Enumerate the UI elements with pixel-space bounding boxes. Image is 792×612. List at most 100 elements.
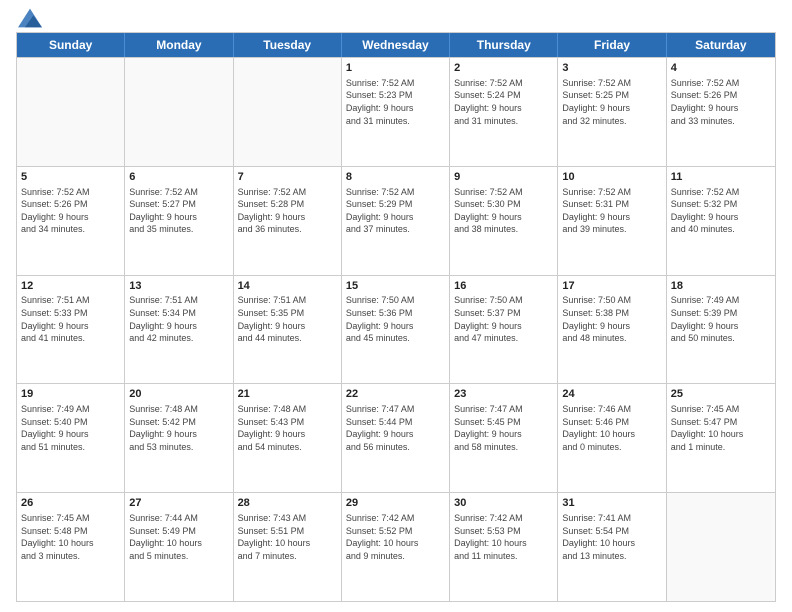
calendar-day-20: 20Sunrise: 7:48 AM Sunset: 5:42 PM Dayli… [125, 384, 233, 492]
day-number: 5 [21, 170, 120, 185]
calendar-day-6: 6Sunrise: 7:52 AM Sunset: 5:27 PM Daylig… [125, 167, 233, 275]
day-info: Sunrise: 7:42 AM Sunset: 5:52 PM Dayligh… [346, 512, 445, 562]
calendar-empty-cell [667, 493, 775, 601]
day-number: 1 [346, 61, 445, 76]
calendar-day-14: 14Sunrise: 7:51 AM Sunset: 5:35 PM Dayli… [234, 276, 342, 384]
calendar-day-2: 2Sunrise: 7:52 AM Sunset: 5:24 PM Daylig… [450, 58, 558, 166]
calendar-day-18: 18Sunrise: 7:49 AM Sunset: 5:39 PM Dayli… [667, 276, 775, 384]
logo-icon [18, 8, 42, 28]
day-info: Sunrise: 7:52 AM Sunset: 5:27 PM Dayligh… [129, 186, 228, 236]
day-info: Sunrise: 7:47 AM Sunset: 5:45 PM Dayligh… [454, 403, 553, 453]
day-number: 30 [454, 496, 553, 511]
day-number: 22 [346, 387, 445, 402]
day-number: 27 [129, 496, 228, 511]
day-info: Sunrise: 7:52 AM Sunset: 5:24 PM Dayligh… [454, 77, 553, 127]
calendar-empty-cell [125, 58, 233, 166]
day-number: 21 [238, 387, 337, 402]
day-number: 31 [562, 496, 661, 511]
day-info: Sunrise: 7:46 AM Sunset: 5:46 PM Dayligh… [562, 403, 661, 453]
day-number: 23 [454, 387, 553, 402]
day-number: 8 [346, 170, 445, 185]
day-info: Sunrise: 7:52 AM Sunset: 5:31 PM Dayligh… [562, 186, 661, 236]
calendar-empty-cell [234, 58, 342, 166]
calendar-day-22: 22Sunrise: 7:47 AM Sunset: 5:44 PM Dayli… [342, 384, 450, 492]
day-info: Sunrise: 7:44 AM Sunset: 5:49 PM Dayligh… [129, 512, 228, 562]
calendar-header: SundayMondayTuesdayWednesdayThursdayFrid… [17, 33, 775, 57]
calendar-day-1: 1Sunrise: 7:52 AM Sunset: 5:23 PM Daylig… [342, 58, 450, 166]
day-number: 6 [129, 170, 228, 185]
day-number: 18 [671, 279, 771, 294]
day-info: Sunrise: 7:52 AM Sunset: 5:30 PM Dayligh… [454, 186, 553, 236]
calendar-week-2: 5Sunrise: 7:52 AM Sunset: 5:26 PM Daylig… [17, 166, 775, 275]
calendar-day-27: 27Sunrise: 7:44 AM Sunset: 5:49 PM Dayli… [125, 493, 233, 601]
calendar-week-1: 1Sunrise: 7:52 AM Sunset: 5:23 PM Daylig… [17, 57, 775, 166]
day-info: Sunrise: 7:45 AM Sunset: 5:48 PM Dayligh… [21, 512, 120, 562]
calendar-day-30: 30Sunrise: 7:42 AM Sunset: 5:53 PM Dayli… [450, 493, 558, 601]
day-number: 2 [454, 61, 553, 76]
day-info: Sunrise: 7:49 AM Sunset: 5:40 PM Dayligh… [21, 403, 120, 453]
calendar-week-3: 12Sunrise: 7:51 AM Sunset: 5:33 PM Dayli… [17, 275, 775, 384]
calendar-day-5: 5Sunrise: 7:52 AM Sunset: 5:26 PM Daylig… [17, 167, 125, 275]
day-info: Sunrise: 7:48 AM Sunset: 5:43 PM Dayligh… [238, 403, 337, 453]
calendar-body: 1Sunrise: 7:52 AM Sunset: 5:23 PM Daylig… [17, 57, 775, 601]
day-info: Sunrise: 7:52 AM Sunset: 5:29 PM Dayligh… [346, 186, 445, 236]
day-info: Sunrise: 7:48 AM Sunset: 5:42 PM Dayligh… [129, 403, 228, 453]
day-number: 4 [671, 61, 771, 76]
day-number: 19 [21, 387, 120, 402]
header [16, 12, 776, 24]
day-number: 3 [562, 61, 661, 76]
day-info: Sunrise: 7:52 AM Sunset: 5:25 PM Dayligh… [562, 77, 661, 127]
calendar-day-15: 15Sunrise: 7:50 AM Sunset: 5:36 PM Dayli… [342, 276, 450, 384]
day-number: 24 [562, 387, 661, 402]
day-info: Sunrise: 7:52 AM Sunset: 5:23 PM Dayligh… [346, 77, 445, 127]
day-number: 12 [21, 279, 120, 294]
day-info: Sunrise: 7:43 AM Sunset: 5:51 PM Dayligh… [238, 512, 337, 562]
weekday-header-sunday: Sunday [17, 33, 125, 57]
day-info: Sunrise: 7:51 AM Sunset: 5:35 PM Dayligh… [238, 294, 337, 344]
day-number: 20 [129, 387, 228, 402]
calendar-day-29: 29Sunrise: 7:42 AM Sunset: 5:52 PM Dayli… [342, 493, 450, 601]
calendar-day-28: 28Sunrise: 7:43 AM Sunset: 5:51 PM Dayli… [234, 493, 342, 601]
calendar-day-31: 31Sunrise: 7:41 AM Sunset: 5:54 PM Dayli… [558, 493, 666, 601]
logo [16, 12, 42, 24]
calendar-day-11: 11Sunrise: 7:52 AM Sunset: 5:32 PM Dayli… [667, 167, 775, 275]
calendar-day-19: 19Sunrise: 7:49 AM Sunset: 5:40 PM Dayli… [17, 384, 125, 492]
day-number: 15 [346, 279, 445, 294]
calendar-day-9: 9Sunrise: 7:52 AM Sunset: 5:30 PM Daylig… [450, 167, 558, 275]
calendar-day-4: 4Sunrise: 7:52 AM Sunset: 5:26 PM Daylig… [667, 58, 775, 166]
day-info: Sunrise: 7:49 AM Sunset: 5:39 PM Dayligh… [671, 294, 771, 344]
day-info: Sunrise: 7:45 AM Sunset: 5:47 PM Dayligh… [671, 403, 771, 453]
calendar-day-16: 16Sunrise: 7:50 AM Sunset: 5:37 PM Dayli… [450, 276, 558, 384]
day-number: 25 [671, 387, 771, 402]
day-info: Sunrise: 7:52 AM Sunset: 5:32 PM Dayligh… [671, 186, 771, 236]
calendar-day-3: 3Sunrise: 7:52 AM Sunset: 5:25 PM Daylig… [558, 58, 666, 166]
day-number: 11 [671, 170, 771, 185]
calendar-day-21: 21Sunrise: 7:48 AM Sunset: 5:43 PM Dayli… [234, 384, 342, 492]
calendar-day-25: 25Sunrise: 7:45 AM Sunset: 5:47 PM Dayli… [667, 384, 775, 492]
day-number: 13 [129, 279, 228, 294]
weekday-header-friday: Friday [558, 33, 666, 57]
day-info: Sunrise: 7:52 AM Sunset: 5:28 PM Dayligh… [238, 186, 337, 236]
weekday-header-wednesday: Wednesday [342, 33, 450, 57]
day-number: 14 [238, 279, 337, 294]
weekday-header-tuesday: Tuesday [234, 33, 342, 57]
calendar-empty-cell [17, 58, 125, 166]
calendar-week-4: 19Sunrise: 7:49 AM Sunset: 5:40 PM Dayli… [17, 383, 775, 492]
day-number: 26 [21, 496, 120, 511]
calendar-day-7: 7Sunrise: 7:52 AM Sunset: 5:28 PM Daylig… [234, 167, 342, 275]
calendar-day-13: 13Sunrise: 7:51 AM Sunset: 5:34 PM Dayli… [125, 276, 233, 384]
day-number: 7 [238, 170, 337, 185]
day-number: 10 [562, 170, 661, 185]
calendar-day-24: 24Sunrise: 7:46 AM Sunset: 5:46 PM Dayli… [558, 384, 666, 492]
weekday-header-saturday: Saturday [667, 33, 775, 57]
day-number: 29 [346, 496, 445, 511]
calendar-day-26: 26Sunrise: 7:45 AM Sunset: 5:48 PM Dayli… [17, 493, 125, 601]
day-info: Sunrise: 7:51 AM Sunset: 5:33 PM Dayligh… [21, 294, 120, 344]
day-info: Sunrise: 7:50 AM Sunset: 5:38 PM Dayligh… [562, 294, 661, 344]
day-number: 16 [454, 279, 553, 294]
day-info: Sunrise: 7:41 AM Sunset: 5:54 PM Dayligh… [562, 512, 661, 562]
day-info: Sunrise: 7:52 AM Sunset: 5:26 PM Dayligh… [671, 77, 771, 127]
weekday-header-monday: Monday [125, 33, 233, 57]
calendar-day-17: 17Sunrise: 7:50 AM Sunset: 5:38 PM Dayli… [558, 276, 666, 384]
day-info: Sunrise: 7:50 AM Sunset: 5:36 PM Dayligh… [346, 294, 445, 344]
